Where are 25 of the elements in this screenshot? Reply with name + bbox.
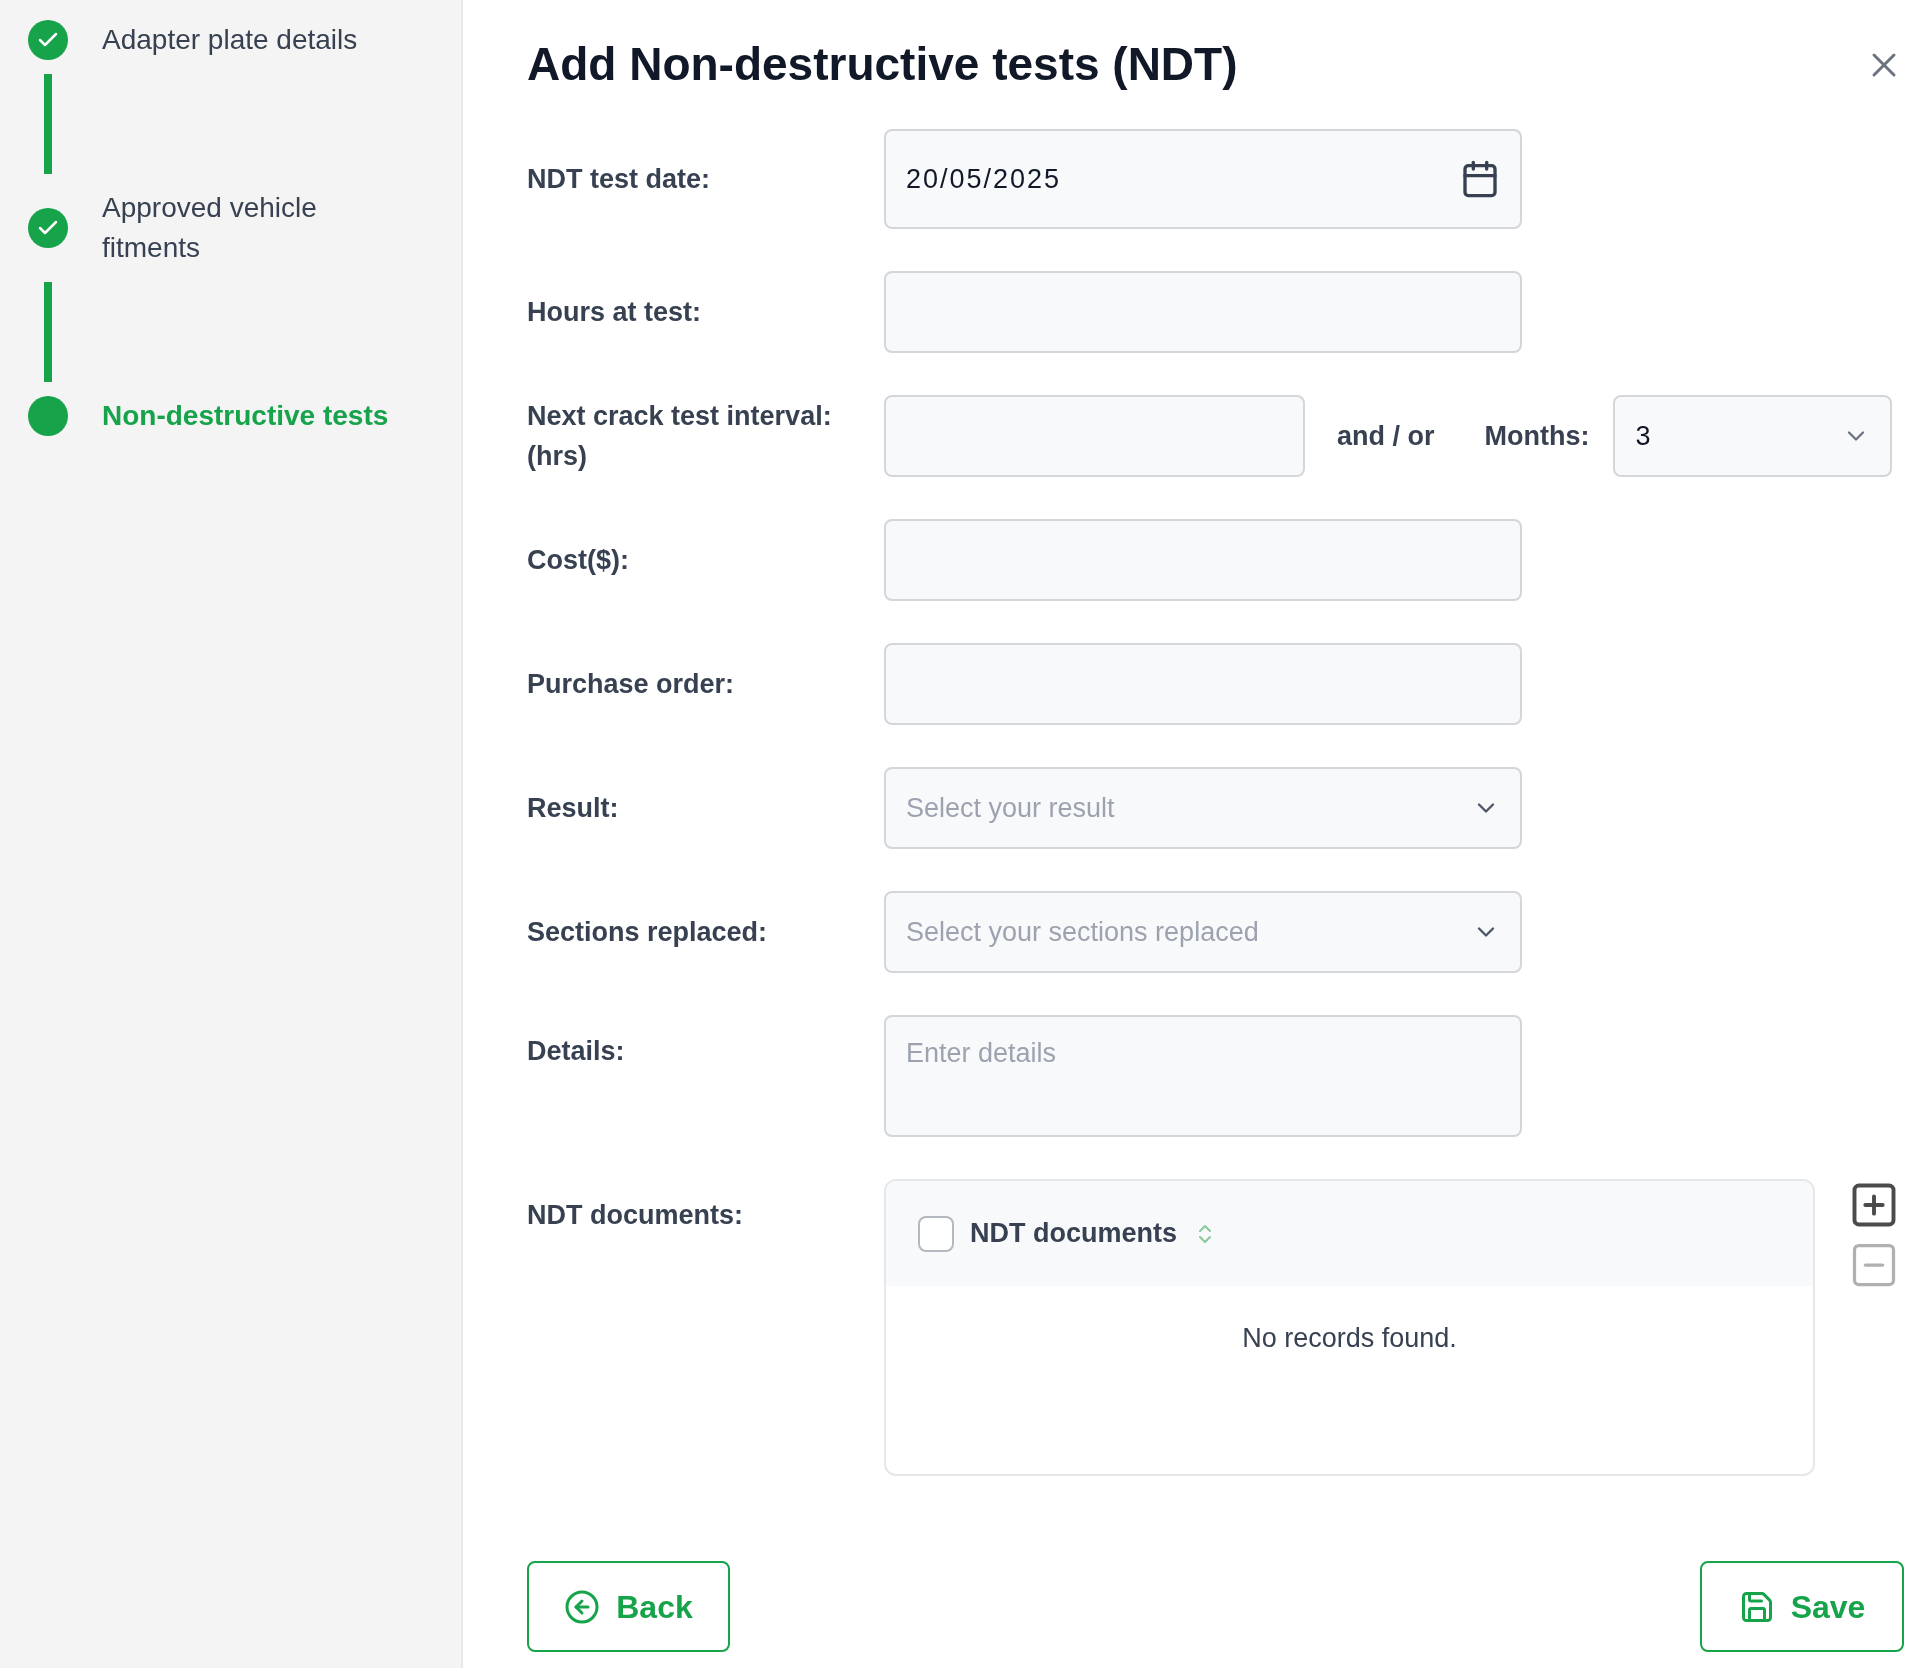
step-label[interactable]: Adapter plate details — [102, 20, 362, 60]
calendar-icon[interactable] — [1460, 159, 1500, 199]
details-field[interactable]: Enter details — [884, 1015, 1522, 1137]
field-label: Result: — [527, 792, 620, 825]
field-label: Purchase order: — [527, 668, 736, 701]
date-field[interactable]: 20/05/2025 — [884, 129, 1522, 229]
text-field[interactable] — [884, 271, 1522, 353]
empty-message: No records found. — [1242, 1322, 1457, 1355]
field-label: Next crack test interval: (hrs) — [527, 400, 833, 473]
field-label: Sections replaced: — [527, 916, 769, 949]
months-select[interactable]: 3 — [1613, 395, 1893, 477]
step-label[interactable]: Approved vehicle fitments — [102, 188, 362, 268]
checkbox[interactable] — [918, 1215, 954, 1252]
text-field[interactable] — [884, 519, 1522, 601]
dialog-title: Add Non-destructive tests (NDT) — [527, 37, 1238, 92]
field-label: Details: — [527, 1035, 626, 1068]
and-or-text: and / or — [1337, 419, 1435, 453]
months-label: Months: — [1484, 419, 1590, 453]
field-label: NDT test date: — [527, 163, 711, 196]
field-label: NDT documents: — [527, 1199, 744, 1232]
hours-field[interactable] — [884, 395, 1305, 477]
field-label: Cost($): — [527, 544, 630, 577]
field-label: Hours at test: — [527, 296, 703, 329]
column-header[interactable]: NDT documents — [970, 1213, 1177, 1254]
text-field[interactable] — [884, 643, 1522, 725]
